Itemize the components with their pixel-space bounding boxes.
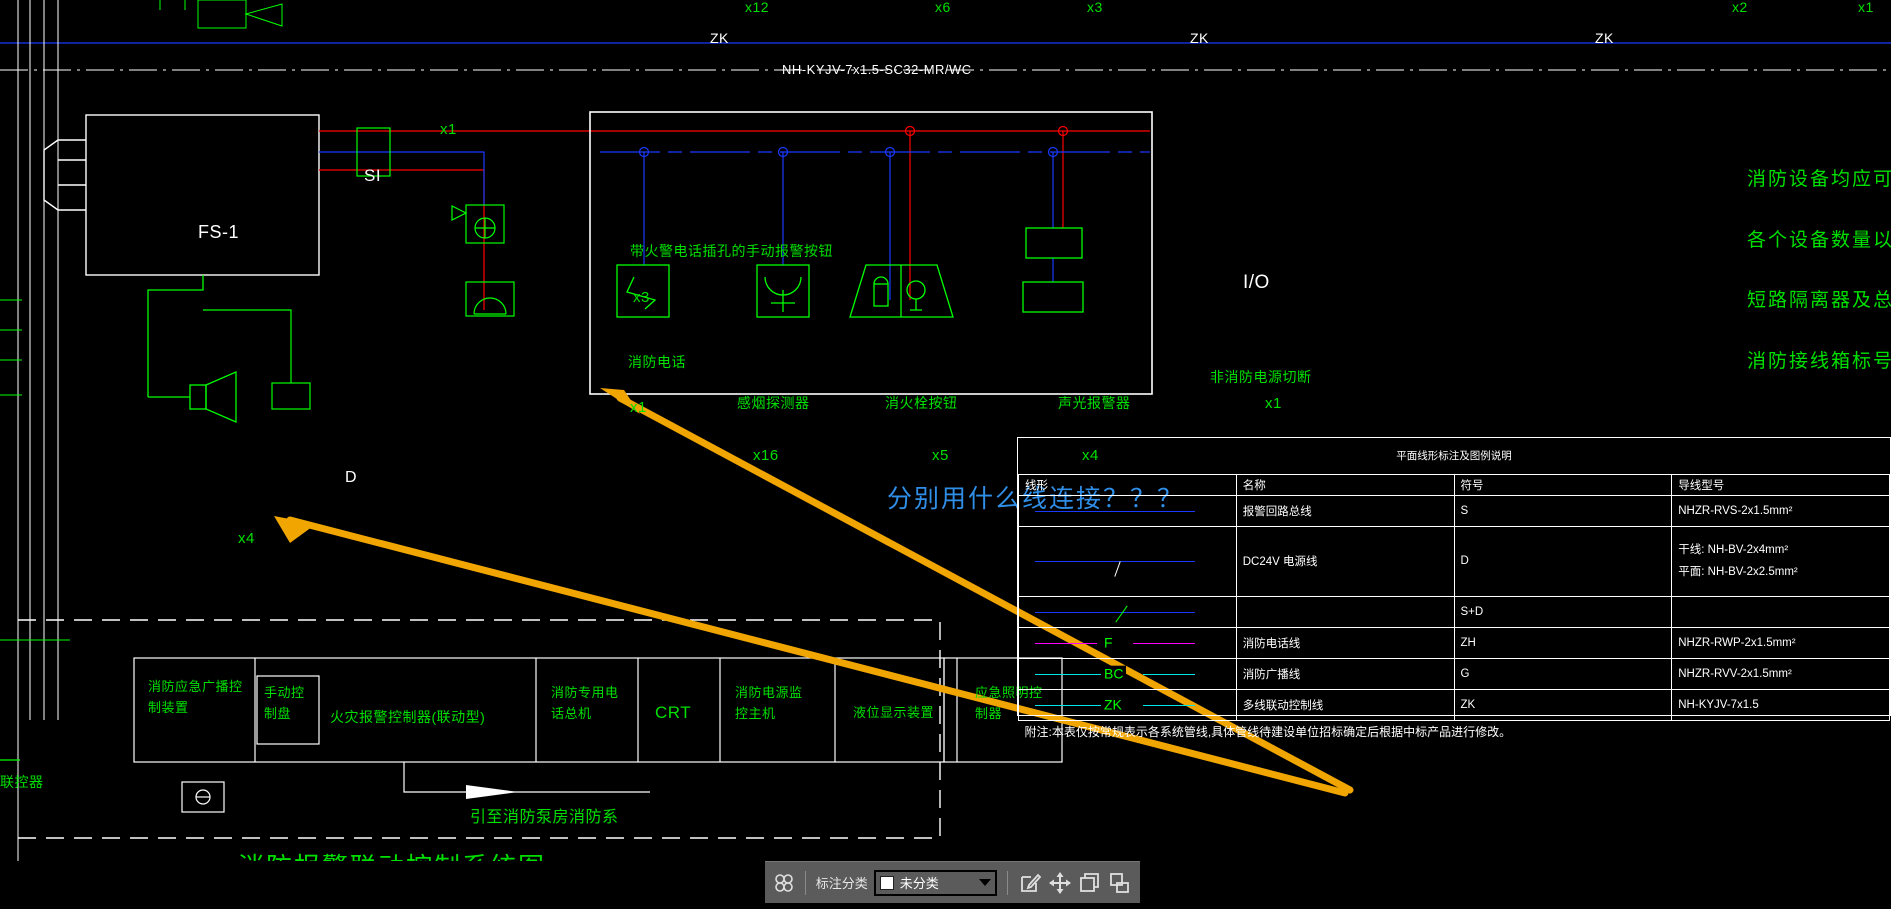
legend-wiretype-dc24v-plan: 平面: NH-BV-2x2.5mm² [1678, 566, 1798, 578]
x4-speaker: x4 [238, 530, 255, 547]
right-note-2: 各个设备数量以平 [1747, 230, 1891, 251]
legend-name-dc24v: DC24V 电源线 [1235, 525, 1455, 597]
legend-name-multiline-control: 多线联动控制线 [1235, 688, 1455, 721]
legend-symbol-dc24v: D [1453, 525, 1673, 597]
right-note-4: 消防接线箱标号 [1747, 351, 1891, 372]
legend-name-alarm-bus: 报警回路总线 [1235, 494, 1455, 527]
x1-phone: x1 [630, 399, 647, 416]
zk-label-1: ZK [710, 30, 729, 46]
top-count-x3: x3 [1087, 0, 1103, 15]
top-count-x6: x6 [935, 0, 951, 15]
legend-row-broadcast: BC 消防广播线 G NHZR-RVV-2x1.5mm² [1018, 657, 1890, 690]
panel-cell-crt: CRT [655, 703, 692, 722]
legend-sample-solid-blue [1018, 494, 1237, 527]
zk-label-3: ZK [1595, 30, 1614, 46]
legend-sample-cyan-bc: BC [1018, 657, 1237, 690]
device-count-hydrant-button: x5 [932, 447, 949, 464]
io-label: I/O [1243, 272, 1270, 293]
legend-symbol-broadcast: G [1453, 657, 1673, 690]
legend-row-multiline-control: ZK 多线联动控制线 ZK NH-KYJV-7x1.5 [1018, 688, 1890, 721]
chevron-down-icon[interactable] [979, 879, 992, 886]
toolbar-separator-1 [805, 870, 806, 895]
category-color-swatch [879, 875, 894, 890]
paste-icon[interactable] [1108, 870, 1132, 896]
legend-note-row: 附注:本表仅按常规表示各系统管线,具体管线待建设单位招标确定后根据中标产品进行修… [1018, 719, 1890, 742]
legend-wiretype-multiline-control: NH-KYJV-7x1.5 [1671, 688, 1890, 721]
legend-symbol-s-plus-d: S+D [1453, 595, 1673, 628]
legend-symbol-alarm-bus: S [1453, 494, 1673, 527]
edit-annotation-icon[interactable] [1018, 870, 1042, 896]
panel-cell-manual-control: 手动控制盘 [264, 685, 305, 721]
legend-row-alarm-bus: 报警回路总线 S NHZR-RVS-2x1.5mm² [1018, 494, 1890, 527]
legend-note: 附注:本表仅按常规表示各系统管线,具体管线待建设单位招标确定后根据中标产品进行修… [1018, 719, 1890, 742]
legend-name-broadcast: 消防广播线 [1235, 657, 1455, 690]
si-label: SI [364, 166, 382, 185]
legend-wiretype-dc24v: 干线: NH-BV-2x4mm² 平面: NH-BV-2x2.5mm² [1671, 525, 1890, 597]
right-note-1: 消防设备均应可靠 [1747, 169, 1891, 190]
top-count-x1: x1 [1858, 0, 1874, 15]
manual-call-point-note: 带火警电话插孔的手动报警按钮 [630, 243, 833, 259]
legend-header-wiretype: 导线型号 [1671, 473, 1890, 496]
legend-sample-blue-tick [1018, 525, 1237, 597]
device-label-sound-light-alarm: 声光报警器 [1058, 395, 1131, 411]
device-count-smoke-detector: x16 [753, 447, 779, 464]
legend-sample-magenta-f: F [1018, 626, 1237, 659]
top-count-x12: x12 [745, 0, 770, 15]
annotation-category-label: 标注分类 [815, 876, 868, 891]
device-count-power-cutoff: x1 [1265, 395, 1282, 412]
legend-wiretype-fire-phone: NHZR-RWP-2x1.5mm² [1671, 626, 1890, 659]
copy-icon[interactable] [1078, 870, 1102, 896]
legend-header-symbol: 符号 [1453, 473, 1673, 496]
top-cable-label: NH-KYJV-7x1.5-SC32-MR/WC [782, 62, 972, 77]
x1-near-si: x1 [440, 121, 457, 138]
legend-header-line: 线形 [1018, 473, 1237, 496]
legend-row-s-plus-d: S+D [1018, 595, 1890, 628]
legend-wiretype-alarm-bus: NHZR-RVS-2x1.5mm² [1671, 494, 1890, 527]
legend-wiretype-dc24v-trunk: 干线: NH-BV-2x4mm² [1678, 544, 1789, 556]
legend-sample-cyan-zk: ZK [1018, 688, 1237, 721]
legend-wiretype-s-plus-d [1671, 595, 1890, 628]
legend-table: 平面线形标注及图例说明 线形 名称 符号 导线型号 报警回路总线 S NHZR-… [1017, 437, 1891, 742]
toolbar-separator-2 [1007, 870, 1008, 895]
legend-title: 平面线形标注及图例说明 [1018, 438, 1890, 475]
zk-label-2: ZK [1190, 30, 1209, 46]
legend-sample-blue-slash [1018, 595, 1237, 628]
legend-header-row: 线形 名称 符号 导线型号 [1018, 473, 1890, 496]
panel-cell-level-display: 液位显示装置 [853, 705, 935, 720]
left-edge-label: 联控器 [0, 774, 44, 790]
fire-phone-note: 消防电话 [628, 354, 686, 370]
top-count-x2: x2 [1732, 0, 1748, 15]
legend-name-fire-phone: 消防电话线 [1235, 626, 1455, 659]
annotation-category-value: 未分类 [899, 876, 939, 891]
x3-label: x3 [633, 289, 650, 306]
panel-cell-fire-controller: 火灾报警控制器(联动型) [330, 709, 486, 725]
panel-cell-phone-exchange: 消防专用电话总机 [551, 685, 619, 721]
fs1-label: FS-1 [198, 222, 240, 242]
device-label-hydrant-button: 消火栓按钮 [885, 395, 958, 411]
annotation-category-select[interactable]: 未分类 [873, 869, 998, 896]
grid-icon[interactable] [773, 870, 795, 896]
panel-cell-power-monitor: 消防电源监控主机 [735, 685, 803, 721]
device-label-power-cutoff: 非消防电源切断 [1210, 369, 1312, 385]
legend-row-dc24v: DC24V 电源线 D 干线: NH-BV-2x4mm² 平面: NH-BV-2… [1018, 525, 1890, 597]
cad-drawing-canvas[interactable]: x12 x6 x3 x2 x1 ZK ZK ZK NH-KYJV-7x1.5-S… [0, 0, 1891, 909]
panel-cell-broadcast: 消防应急广播控制装置 [148, 679, 243, 715]
annotation-toolbar[interactable]: 标注分类 未分类 [765, 861, 1140, 903]
move-icon[interactable] [1048, 870, 1072, 896]
d-label: D [345, 469, 358, 486]
legend-header-name: 名称 [1235, 473, 1455, 496]
right-note-3: 短路隔离器及总线 [1747, 290, 1891, 311]
legend-symbol-multiline-control: ZK [1453, 688, 1673, 721]
pump-room-note: 引至消防泵房消防系 [470, 809, 619, 826]
legend-row-fire-phone: F 消防电话线 ZH NHZR-RWP-2x1.5mm² [1018, 626, 1890, 659]
device-label-smoke-detector: 感烟探测器 [737, 395, 810, 411]
legend-symbol-fire-phone: ZH [1453, 626, 1673, 659]
legend-wiretype-broadcast: NHZR-RVV-2x1.5mm² [1671, 657, 1890, 690]
legend-name-s-plus-d [1235, 595, 1455, 628]
